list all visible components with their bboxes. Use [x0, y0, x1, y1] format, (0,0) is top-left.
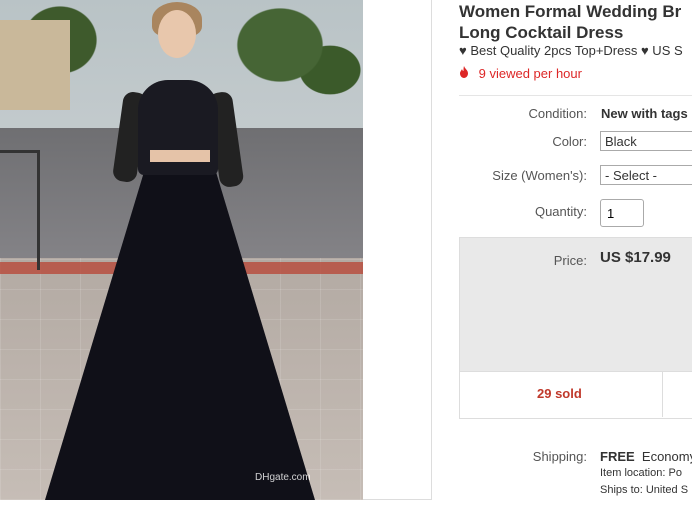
- price-label: Price:: [553, 253, 587, 268]
- views-per-hour: 9 viewed per hour: [459, 66, 582, 81]
- shipping-free-text: FREE: [600, 449, 635, 464]
- photo-railing: [0, 150, 40, 270]
- views-text: 9 viewed per hour: [478, 66, 582, 81]
- model-waist: [150, 150, 210, 162]
- product-title-line1: Women Formal Wedding Br: [459, 2, 682, 21]
- quantity-input[interactable]: [600, 199, 644, 227]
- product-title: Women Formal Wedding Br Long Cocktail Dr…: [459, 1, 692, 43]
- item-location: Item location: Po: [600, 467, 682, 479]
- color-label: Color:: [552, 134, 587, 149]
- image-watermark: DHgate.com: [255, 472, 311, 483]
- quantity-label: Quantity:: [534, 204, 587, 219]
- shipping-cost: FREE Economy: [600, 449, 692, 464]
- flame-icon: [459, 66, 473, 81]
- shipping-label: Shipping:: [532, 449, 587, 464]
- product-photo[interactable]: DHgate.com: [0, 0, 363, 500]
- product-title-line2: Long Cocktail Dress: [459, 23, 624, 42]
- sold-separator: [662, 371, 663, 417]
- condition-label: Condition:: [528, 106, 587, 121]
- sold-count[interactable]: 29 sold: [537, 386, 582, 401]
- product-subtitle: ♥ Best Quality 2pcs Top+Dress ♥ US S: [459, 43, 683, 58]
- product-image-panel: DHgate.com: [0, 0, 432, 500]
- ships-to: Ships to: United S: [600, 484, 689, 496]
- section-divider: [459, 95, 692, 96]
- price-value: US $17.99: [600, 249, 671, 266]
- color-select[interactable]: Black: [600, 131, 692, 151]
- size-label: Size (Women's):: [492, 168, 587, 183]
- shipping-method[interactable]: Economy: [642, 449, 692, 464]
- model-head: [158, 10, 196, 58]
- size-select[interactable]: - Select -: [600, 165, 692, 185]
- photo-background-building: [0, 20, 70, 110]
- condition-value: New with tags: [601, 106, 688, 121]
